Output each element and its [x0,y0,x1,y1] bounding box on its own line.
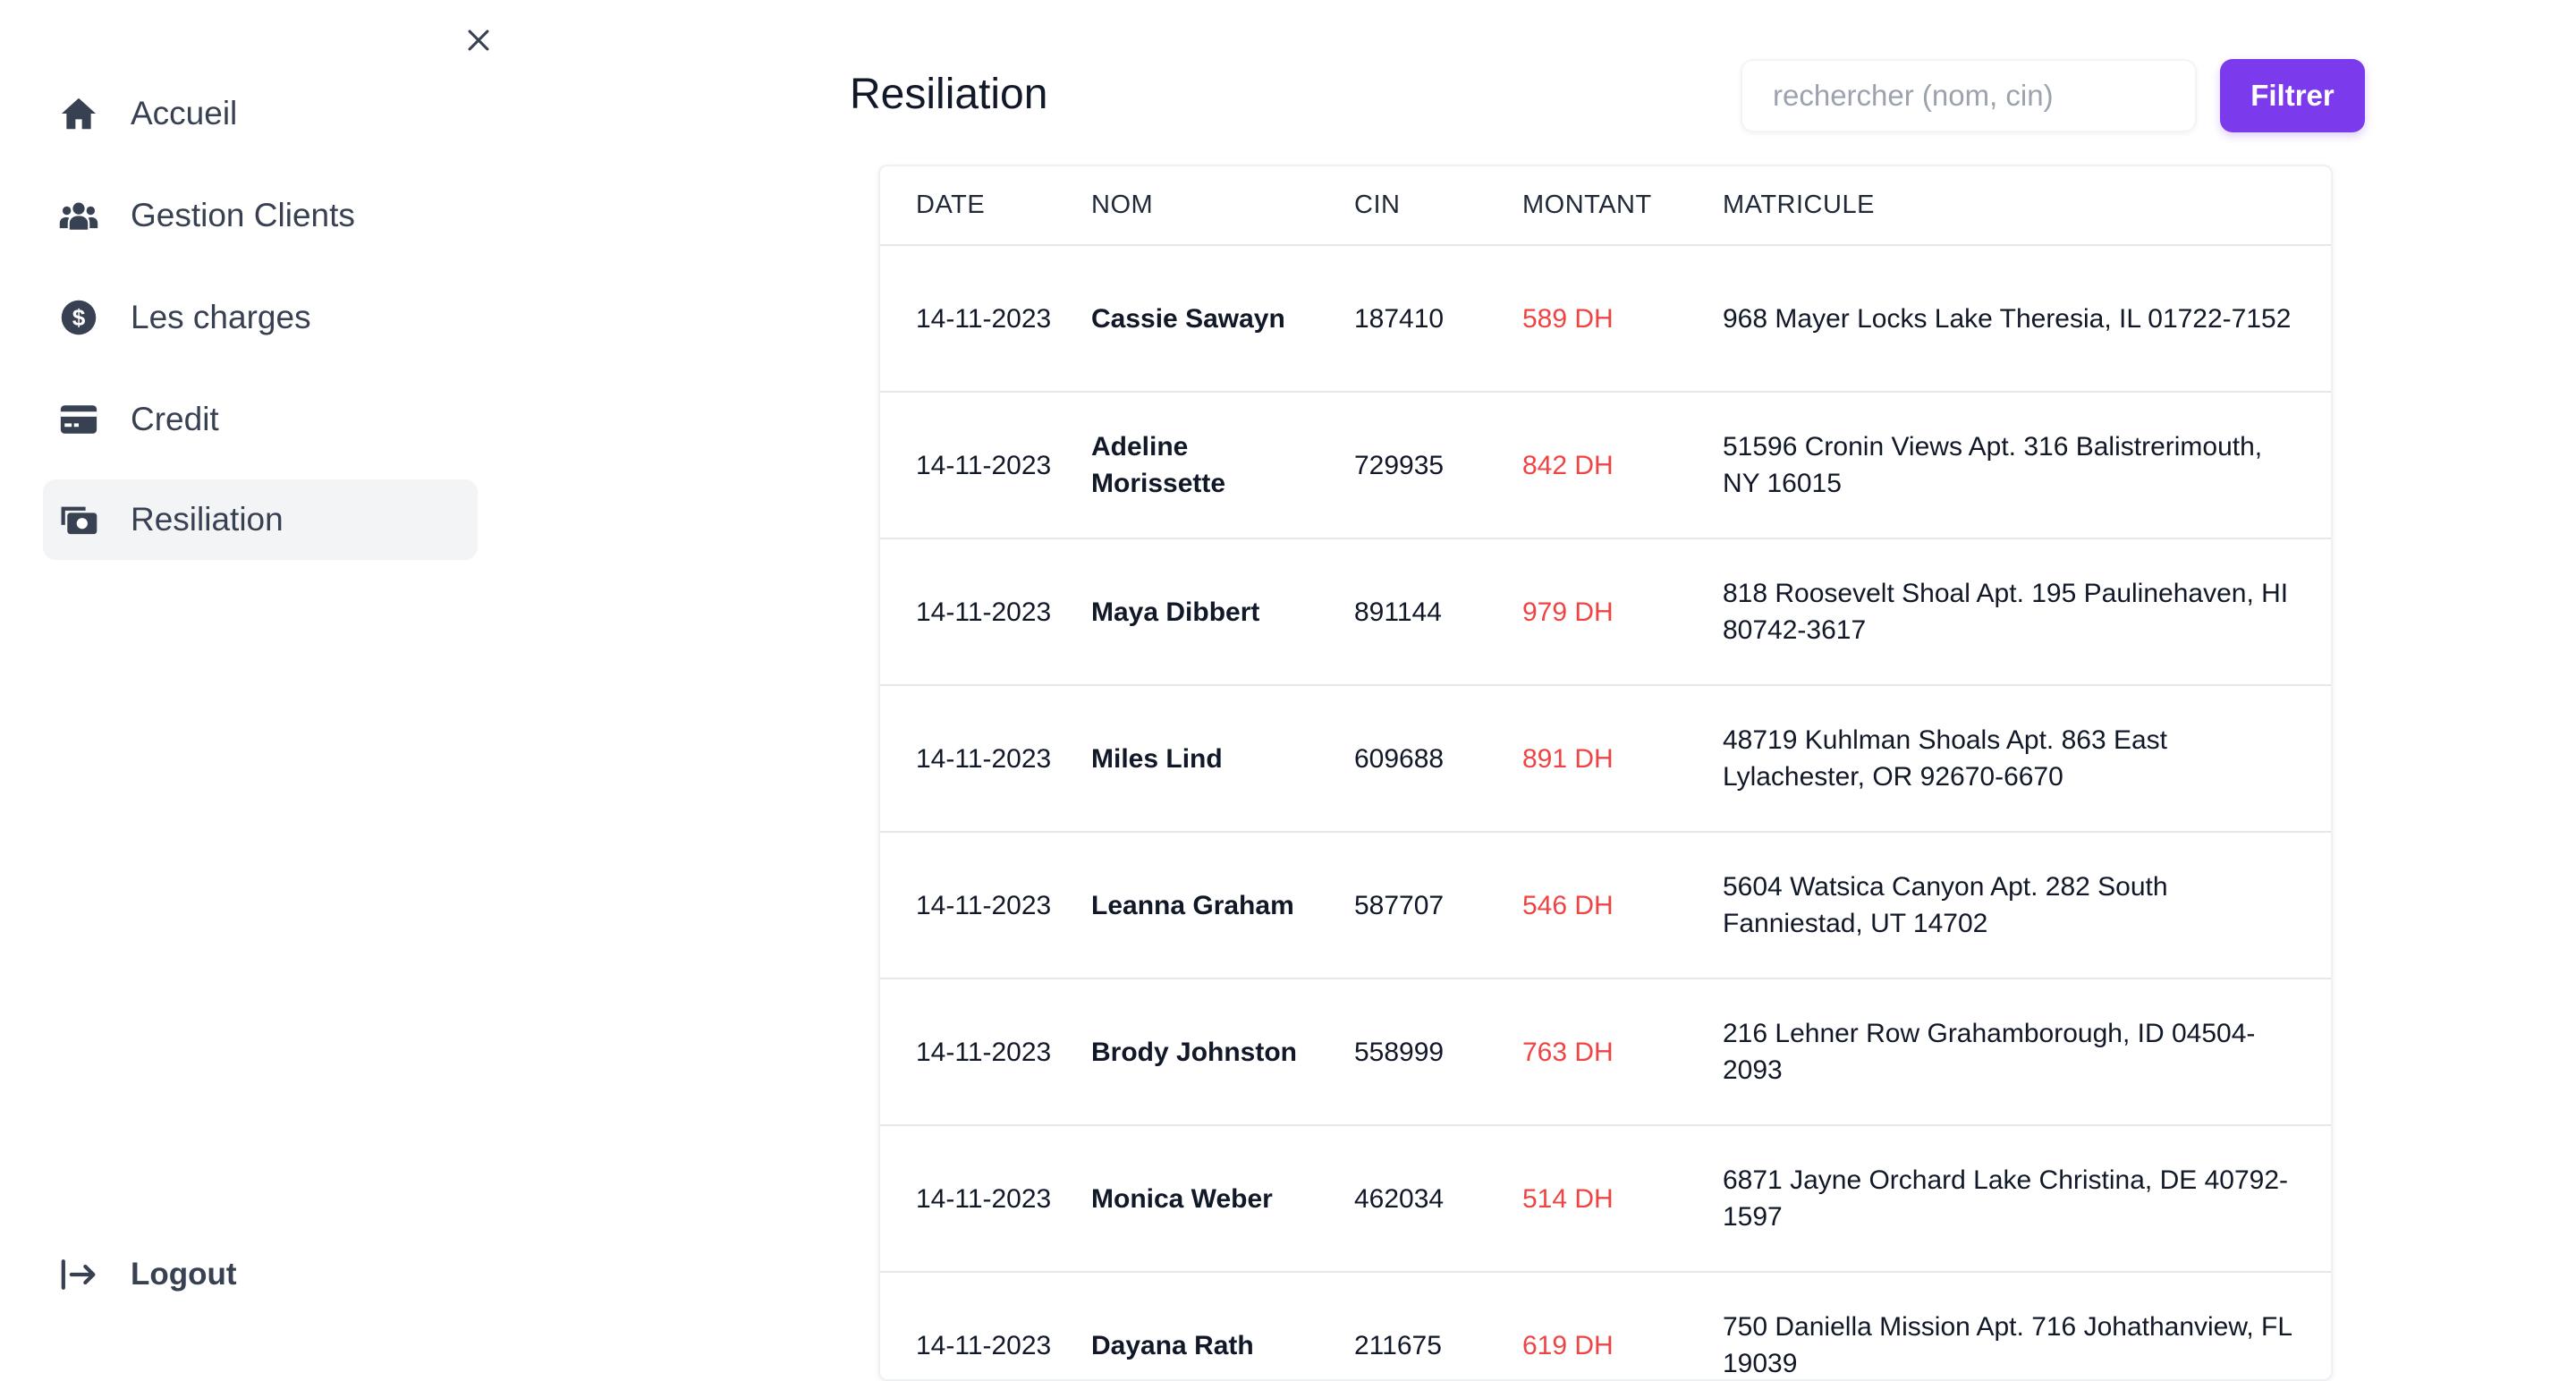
cell-matricule: 818 Roosevelt Shoal Apt. 195 Paulinehave… [1723,579,2289,645]
cell-nom: Leanna Graham [1091,890,1294,920]
cell-nom: Maya Dibbert [1091,597,1260,627]
cell-cin: 587707 [1354,890,1445,920]
sidebar-item-resiliation[interactable]: Resiliation [43,479,478,560]
cell-montant: 891 DH [1522,743,1614,774]
cell-matricule: 6871 Jayne Orchard Lake Christina, DE 40… [1723,1165,2289,1232]
column-header-montant: MONTANT [1522,166,1723,246]
logout-icon [59,1255,98,1294]
table-header: DATE NOM CIN MONTANT MATRICULE [880,166,2331,246]
cell-nom: Monica Weber [1091,1183,1273,1214]
cell-montant: 979 DH [1522,597,1614,627]
cell-nom: Miles Lind [1091,743,1223,774]
cell-nom: Dayana Rath [1091,1330,1254,1360]
cell-montant: 589 DH [1522,303,1614,334]
svg-text:$: $ [72,304,86,331]
sidebar-item-credit[interactable]: Credit [43,379,478,460]
close-sidebar-button[interactable] [456,18,501,63]
sidebar-item-label: Credit [131,401,219,437]
column-header-matricule: MATRICULE [1723,166,2331,246]
cell-montant: 546 DH [1522,890,1614,920]
resiliation-table: DATE NOM CIN MONTANT MATRICULE 14-11-202… [880,166,2331,1379]
sidebar-item-label: Resiliation [131,501,284,538]
cell-matricule: 750 Daniella Mission Apt. 716 Johathanvi… [1723,1312,2292,1378]
cell-montant: 763 DH [1522,1037,1614,1067]
cell-montant: 514 DH [1522,1183,1614,1214]
cell-matricule: 5604 Watsica Canyon Apt. 282 South Fanni… [1723,872,2168,938]
cell-nom: Adeline Morissette [1091,432,1226,498]
cell-cin: 609688 [1354,743,1445,774]
cell-matricule: 216 Lehner Row Grahamborough, ID 04504-2… [1723,1019,2256,1085]
logout-label: Logout [131,1257,237,1292]
cell-matricule: 48719 Kuhlman Shoals Apt. 863 East Lylac… [1723,725,2168,792]
dollar-circle-icon: $ [59,298,98,337]
cell-date: 14-11-2023 [916,450,1052,480]
column-header-nom: NOM [1091,166,1354,246]
cell-date: 14-11-2023 [916,1037,1052,1067]
table-row: 14-11-2023 Leanna Graham 587707 546 DH 5… [880,832,2331,979]
table-row: 14-11-2023 Adeline Morissette 729935 842… [880,392,2331,538]
cell-date: 14-11-2023 [916,597,1052,627]
cell-date: 14-11-2023 [916,1183,1052,1214]
search-input[interactable] [1741,59,2197,132]
column-header-cin: CIN [1354,166,1522,246]
sidebar-item-gestion-clients[interactable]: Gestion Clients [43,175,478,256]
cell-matricule: 968 Mayer Locks Lake Theresia, IL 01722-… [1723,303,2292,334]
table-row: 14-11-2023 Dayana Rath 211675 619 DH 750… [880,1272,2331,1379]
cell-cin: 211675 [1354,1330,1442,1360]
column-header-date: DATE [880,166,1091,246]
cell-cin: 729935 [1354,450,1445,480]
cell-cin: 187410 [1354,303,1445,334]
cell-date: 14-11-2023 [916,1330,1052,1360]
cell-date: 14-11-2023 [916,890,1052,920]
table-row: 14-11-2023 Miles Lind 609688 891 DH 4871… [880,685,2331,832]
filter-button[interactable]: Filtrer [2220,59,2365,132]
home-icon [59,94,98,133]
sidebar-item-label: Accueil [131,95,238,131]
cell-nom: Cassie Sawayn [1091,303,1285,334]
cell-cin: 558999 [1354,1037,1445,1067]
sidebar: Accueil Gestion Clients $ Les charges Cr… [0,0,519,1363]
cell-cin: 462034 [1354,1183,1445,1214]
close-icon [468,30,489,51]
cell-matricule: 51596 Cronin Views Apt. 316 Balistrerimo… [1723,432,2263,498]
sidebar-item-accueil[interactable]: Accueil [43,73,478,154]
cell-date: 14-11-2023 [916,743,1052,774]
cell-nom: Brody Johnston [1091,1037,1297,1067]
cell-cin: 891144 [1354,597,1442,627]
resiliation-table-card: DATE NOM CIN MONTANT MATRICULE 14-11-202… [878,165,2333,1381]
sidebar-item-label: Gestion Clients [131,197,355,233]
page-title: Resiliation [850,71,1048,118]
table-row: 14-11-2023 Brody Johnston 558999 763 DH … [880,979,2331,1125]
cell-montant: 619 DH [1522,1330,1614,1360]
table-row: 14-11-2023 Monica Weber 462034 514 DH 68… [880,1125,2331,1272]
money-stack-icon [59,500,98,539]
logout-button[interactable]: Logout [43,1234,311,1315]
sidebar-item-les-charges[interactable]: $ Les charges [43,277,478,358]
credit-card-icon [59,400,98,439]
cell-date: 14-11-2023 [916,303,1052,334]
table-row: 14-11-2023 Cassie Sawayn 187410 589 DH 9… [880,245,2331,392]
users-icon [59,196,98,235]
table-row: 14-11-2023 Maya Dibbert 891144 979 DH 81… [880,538,2331,685]
sidebar-item-label: Les charges [131,299,311,335]
table-body: 14-11-2023 Cassie Sawayn 187410 589 DH 9… [880,245,2331,1379]
cell-montant: 842 DH [1522,450,1614,480]
